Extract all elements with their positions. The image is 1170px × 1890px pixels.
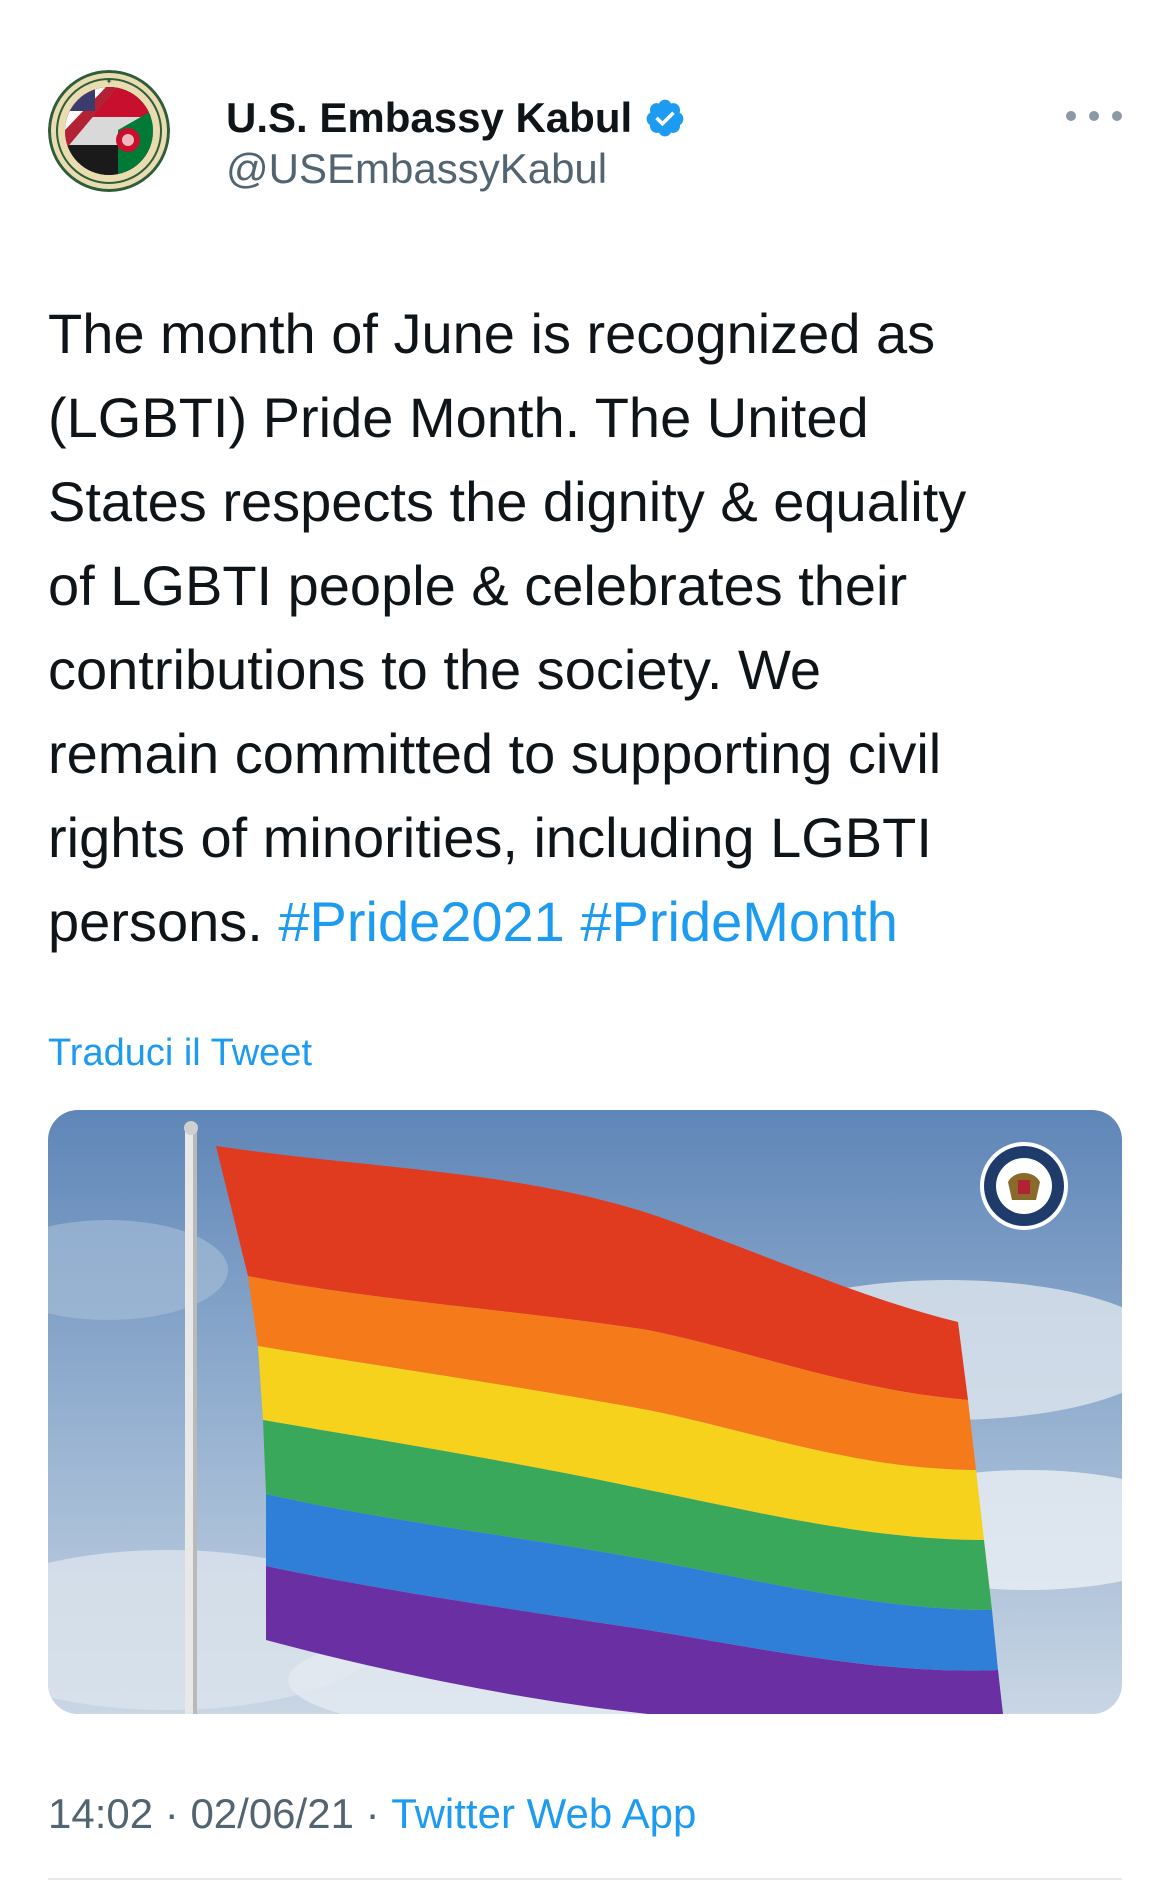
svg-text:✦: ✦ (106, 77, 113, 86)
tweet-source-link[interactable]: Twitter Web App (391, 1790, 696, 1838)
tweet-text: The month of June is recognized as (LGBT… (48, 292, 1138, 964)
meta-separator: · (353, 1790, 392, 1837)
tweet-date[interactable]: 02/06/21 (190, 1790, 354, 1838)
tweet-text-line: persons. (48, 890, 263, 953)
translate-tweet-link[interactable]: Traduci il Tweet (48, 1032, 312, 1075)
hashtag-link[interactable]: #PrideMonth (580, 890, 898, 953)
embassy-seal-icon: ✦ (48, 70, 170, 192)
more-dot (1112, 111, 1122, 121)
tweet-time[interactable]: 14:02 (48, 1790, 153, 1838)
more-dot (1066, 111, 1076, 121)
tweet: ✦ U.S. Embassy Kabul @USEmbassyKabul The… (0, 0, 1170, 1890)
meta-separator: · (153, 1790, 191, 1837)
verified-badge-icon (646, 99, 684, 137)
more-options-icon[interactable] (1066, 96, 1122, 136)
tweet-meta: 14:02 · 02/06/21 · Twitter Web App (48, 1790, 696, 1838)
tweet-text-line: contributions to the society. We (48, 638, 821, 701)
tweet-text-line: of LGBTI people & celebrates their (48, 554, 908, 617)
divider (48, 1878, 1122, 1880)
tweet-text-line: rights of minorities, including LGBTI (48, 806, 932, 869)
tweet-text-line: (LGBTI) Pride Month. The United (48, 386, 869, 449)
hashtag-link[interactable]: #Pride2021 (278, 890, 564, 953)
tweet-media[interactable] (48, 1110, 1122, 1714)
tweet-text-line: remain committed to supporting civil (48, 722, 942, 785)
tweet-text-line: States respects the dignity & equality (48, 470, 967, 533)
author-handle[interactable]: @USEmbassyKabul (226, 145, 607, 193)
avatar[interactable]: ✦ (48, 70, 170, 192)
rainbow-flag-image (48, 1110, 1122, 1714)
author-display-name[interactable]: U.S. Embassy Kabul (226, 94, 632, 142)
more-dot (1089, 111, 1099, 121)
tweet-text-line: The month of June is recognized as (48, 302, 936, 365)
author-name-row[interactable]: U.S. Embassy Kabul (226, 90, 686, 146)
